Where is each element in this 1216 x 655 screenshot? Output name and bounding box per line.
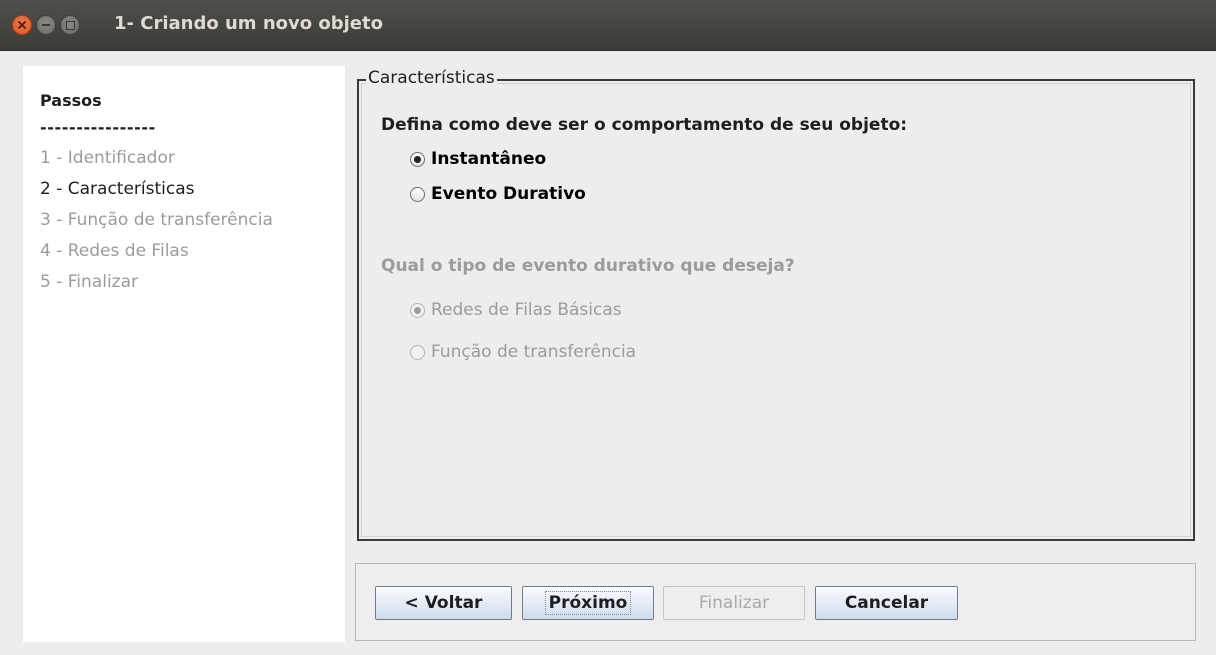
steps-panel: Passos ---------------- 1 - Identificado…: [23, 66, 345, 642]
behavior-question: Defina como deve ser o comportamento de …: [381, 115, 908, 135]
minimize-window-icon[interactable]: [36, 15, 56, 35]
radio-redes-filas-basicas-label: Redes de Filas Básicas: [431, 300, 622, 320]
step-funcao-transferencia: 3 - Função de transferência: [40, 210, 273, 230]
step-caracteristicas: 2 - Características: [40, 179, 195, 199]
radio-funcao-transferencia[interactable]: Função de transferência: [410, 342, 636, 362]
steps-heading: Passos: [40, 91, 102, 110]
radio-selected-icon[interactable]: [410, 151, 425, 167]
step-finalizar: 5 - Finalizar: [40, 272, 138, 292]
finish-button[interactable]: Finalizar: [663, 586, 805, 620]
event-type-question: Qual o tipo de evento durativo que desej…: [381, 256, 795, 276]
radio-unselected-icon[interactable]: [410, 186, 425, 202]
radio-evento-durativo-label: Evento Durativo: [431, 184, 586, 204]
title-bar[interactable]: 1- Criando um novo objeto: [0, 0, 1216, 51]
steps-separator: ----------------: [40, 118, 156, 137]
radio-selected-icon[interactable]: [410, 302, 425, 318]
cancel-button[interactable]: Cancelar: [815, 586, 958, 620]
next-button[interactable]: Próximo: [522, 586, 654, 620]
step-redes-de-filas: 4 - Redes de Filas: [40, 241, 189, 261]
maximize-window-icon[interactable]: [60, 15, 80, 35]
radio-instantaneo[interactable]: Instantâneo: [410, 149, 546, 169]
close-window-icon[interactable]: [12, 15, 32, 35]
dialog-window: 1- Criando um novo objeto Passos -------…: [0, 0, 1216, 655]
radio-redes-filas-basicas[interactable]: Redes de Filas Básicas: [410, 300, 622, 320]
back-button[interactable]: < Voltar: [375, 586, 512, 620]
next-button-label: Próximo: [544, 591, 632, 615]
radio-instantaneo-label: Instantâneo: [431, 149, 547, 169]
step-identificador: 1 - Identificador: [40, 148, 175, 168]
radio-unselected-icon[interactable]: [410, 344, 425, 360]
radio-evento-durativo[interactable]: Evento Durativo: [410, 184, 586, 204]
window-title: 1- Criando um novo objeto: [114, 13, 383, 34]
fieldset-legend: Características: [366, 68, 497, 88]
radio-funcao-transferencia-label: Função de transferência: [431, 342, 637, 362]
